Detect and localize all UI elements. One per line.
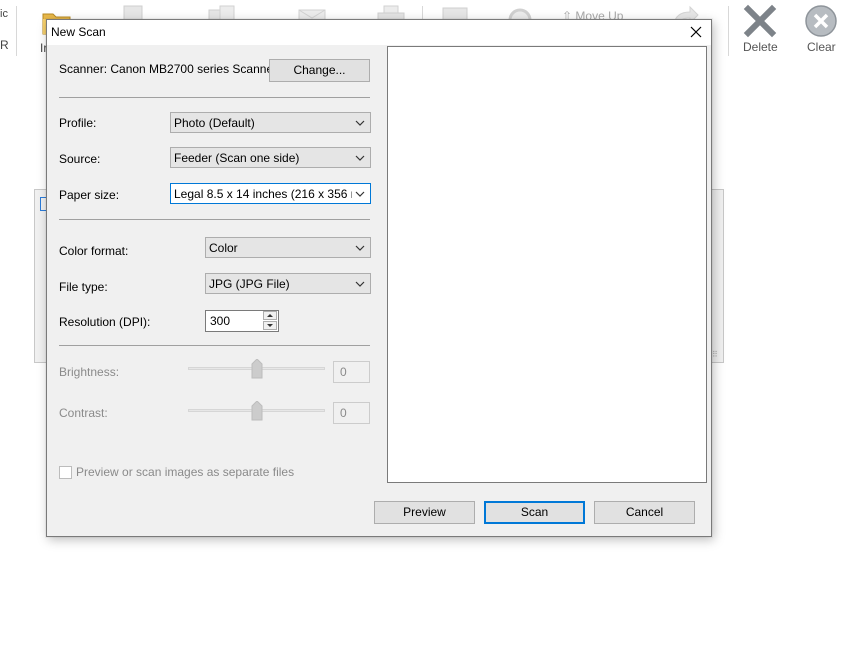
chevron-down-icon [355,120,365,126]
color-format-select[interactable]: Color [205,237,371,258]
file-type-select[interactable]: JPG (JPG File) [205,273,371,294]
toolbar-partial-label-bottom: R [0,38,9,52]
paper-size-value: Legal 8.5 x 14 inches (216 x 356 m [174,187,352,201]
divider [59,345,370,346]
resolution-decrement-button[interactable] [263,321,277,330]
file-type-value: JPG (JPG File) [209,277,290,291]
chevron-down-icon [355,191,365,197]
chevron-down-icon [355,281,365,287]
background-resize-grip: ⠿ [712,350,718,359]
brightness-label: Brightness: [59,365,120,379]
close-icon [690,26,702,38]
clear-icon [805,5,837,37]
paper-size-select[interactable]: Legal 8.5 x 14 inches (216 x 356 m [170,183,371,204]
change-scanner-button[interactable]: Change... [269,59,370,82]
resolution-increment-button[interactable] [263,311,277,320]
file-type-label: File type: [59,280,108,294]
scan-button[interactable]: Scan [484,501,585,524]
scanner-label: Scanner: Canon MB2700 series Scanner [59,62,278,76]
toolbar-partial-label-top: ic [0,8,8,20]
brightness-slider-thumb[interactable] [251,359,263,379]
caret-down-icon [267,324,273,327]
separate-files-label: Preview or scan images as separate files [76,465,295,479]
divider [59,219,370,220]
chevron-down-icon [355,155,365,161]
cancel-button[interactable]: Cancel [594,501,695,524]
profile-select[interactable]: Photo (Default) [170,112,371,133]
paper-size-label: Paper size: [59,188,120,202]
color-format-value: Color [209,241,238,255]
separate-files-checkbox[interactable] [59,466,72,479]
profile-label: Profile: [59,116,97,130]
clear-label: Clear [807,40,836,54]
brightness-value: 0 [333,361,370,383]
resolution-label: Resolution (DPI): [59,315,151,329]
close-button[interactable] [685,20,707,45]
new-scan-dialog: New Scan Scanner: Canon MB2700 series Sc… [46,19,712,537]
contrast-value: 0 [333,402,370,424]
scan-preview-area [387,46,707,483]
clear-button[interactable]: Clear [802,4,842,60]
source-value: Feeder (Scan one side) [174,151,300,165]
toolbar-partial-button-left[interactable]: ic R [0,8,12,52]
contrast-slider-thumb[interactable] [251,401,263,421]
divider [59,97,370,98]
source-label: Source: [59,152,101,166]
dialog-titlebar[interactable]: New Scan [47,20,711,45]
delete-button[interactable]: Delete [740,4,780,60]
profile-value: Photo (Default) [174,116,255,130]
delete-icon [743,4,777,38]
dialog-title: New Scan [51,25,106,39]
delete-label: Delete [743,40,778,54]
resolution-value: 300 [210,314,231,328]
preview-button[interactable]: Preview [374,501,475,524]
source-select[interactable]: Feeder (Scan one side) [170,147,371,168]
caret-up-icon [267,314,273,317]
color-format-label: Color format: [59,244,129,258]
chevron-down-icon [355,245,365,251]
contrast-label: Contrast: [59,406,108,420]
